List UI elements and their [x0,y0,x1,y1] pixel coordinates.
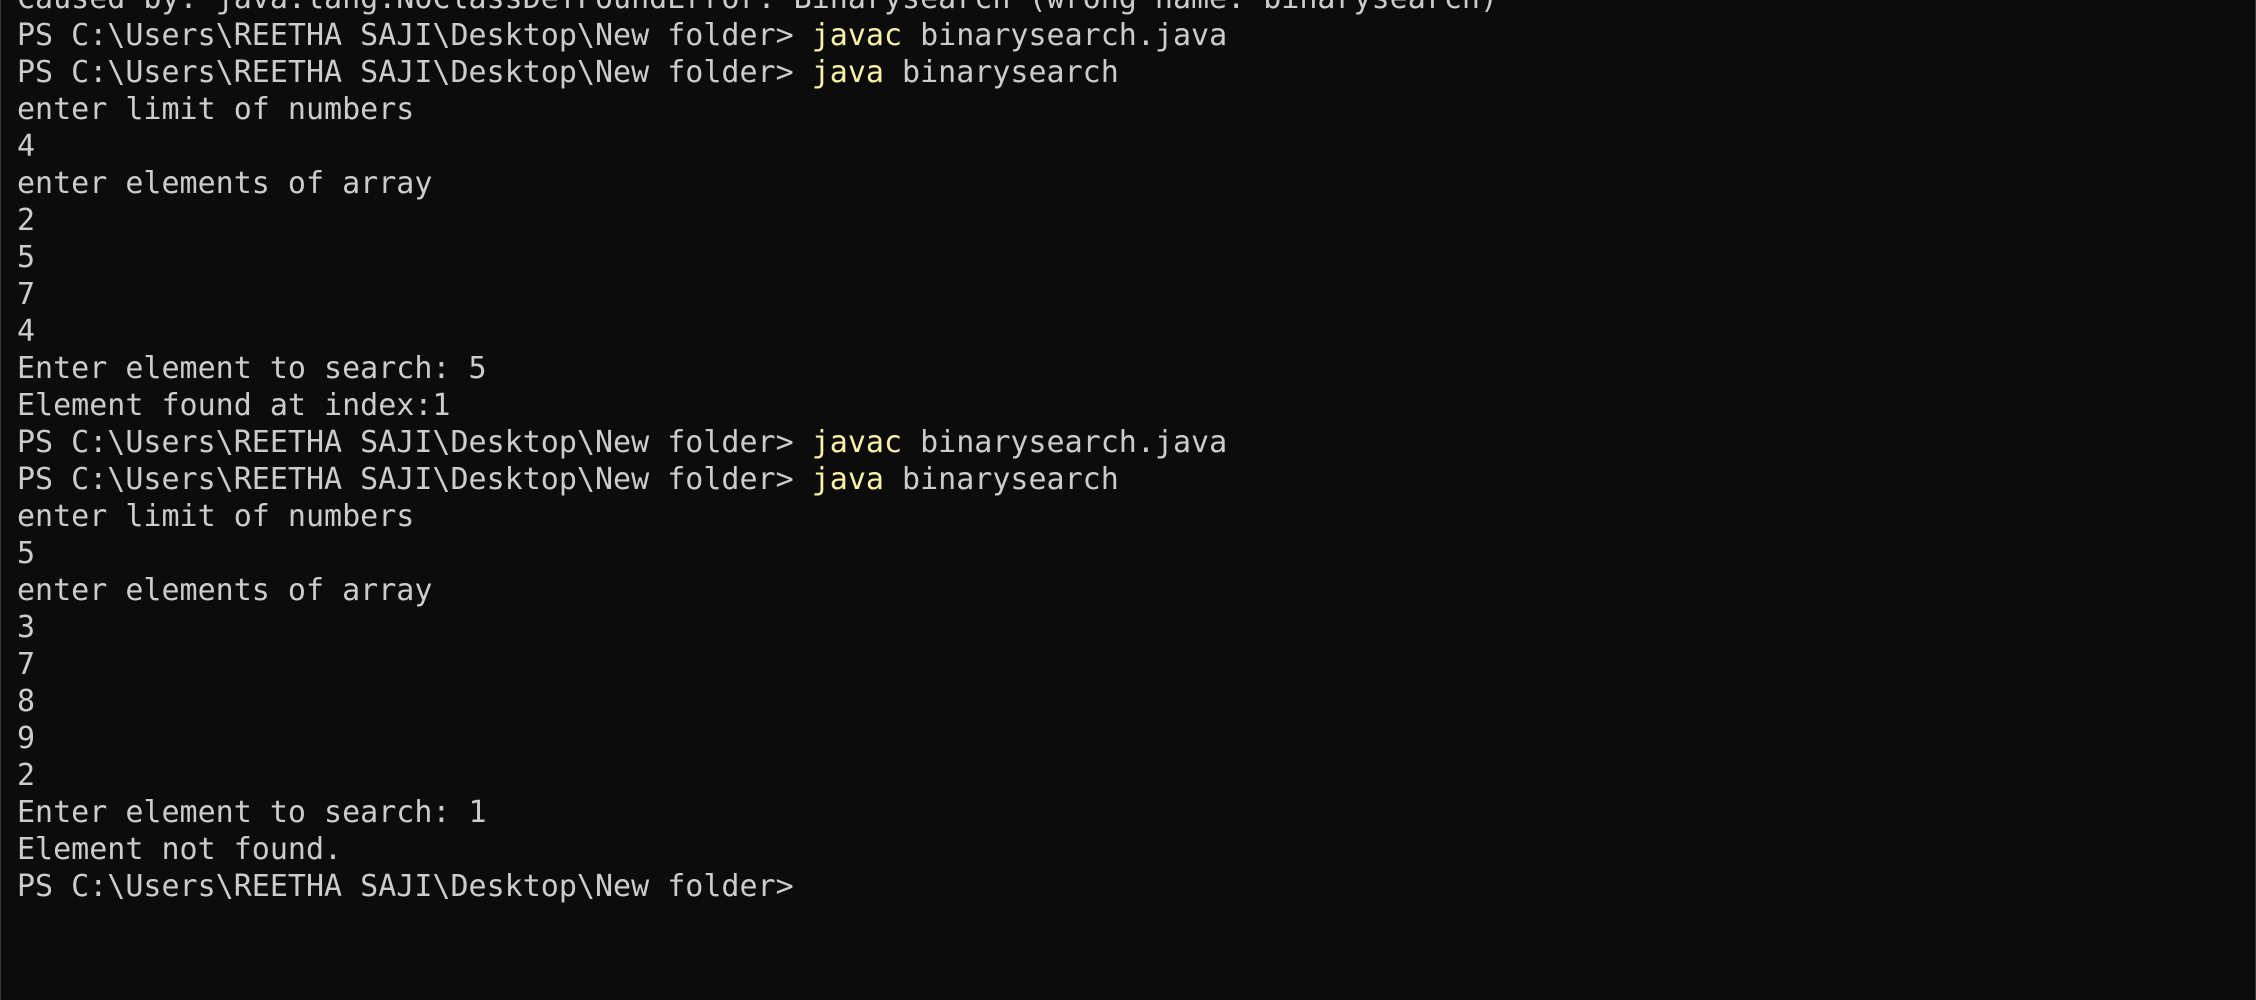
output-line: 2 [17,758,36,793]
output-line: Caused by: java.lang.NoClassDefFoundErro… [17,0,2255,17]
prompt-line: PS C:\Users\REETHA SAJI\Desktop\New fold… [17,868,2255,905]
output-line: 4 [17,314,36,349]
output-line: enter limit of numbers [17,499,415,534]
output-line: Enter element to search: 5 [17,351,487,386]
output-line: Element not found. [17,832,343,867]
output-line: enter limit of numbers [17,92,415,127]
command-name: javac [811,425,903,460]
output-line: Enter element to search: 1 [17,795,487,830]
output-line: 5 [17,240,36,275]
output-line: 2 [17,203,36,238]
output-line: 7 [17,277,36,312]
terminal-output[interactable]: Caused by: java.lang.NoClassDefFoundErro… [17,0,2255,905]
prompt-line: PS C:\Users\REETHA SAJI\Desktop\New fold… [17,461,2255,498]
output-line: 3 [17,610,36,645]
prompt-text: PS C:\Users\REETHA SAJI\Desktop\New fold… [17,462,812,497]
prompt-line: PS C:\Users\REETHA SAJI\Desktop\New fold… [17,54,2255,91]
command-name: java [811,462,884,497]
terminal-window[interactable]: Caused by: java.lang.NoClassDefFoundErro… [0,0,2256,1000]
output-line: 7 [17,647,36,682]
prompt-line: PS C:\Users\REETHA SAJI\Desktop\New fold… [17,424,2255,461]
output-line: enter elements of array [17,573,433,608]
output-line: enter elements of array [17,166,433,201]
prompt-line: PS C:\Users\REETHA SAJI\Desktop\New fold… [17,17,2255,54]
output-line: Element found at index:1 [17,388,451,423]
output-line: 8 [17,684,36,719]
command-args: binarysearch [883,55,1119,90]
command-args: binarysearch.java [902,18,1228,53]
command-args: binarysearch [883,462,1119,497]
output-line: 5 [17,536,36,571]
command-args: binarysearch.java [902,425,1228,460]
prompt-text: PS C:\Users\REETHA SAJI\Desktop\New fold… [17,55,812,90]
command-name: java [811,55,884,90]
prompt-text: PS C:\Users\REETHA SAJI\Desktop\New fold… [17,425,812,460]
output-line: 4 [17,129,36,164]
command-name: javac [811,18,903,53]
output-line: 9 [17,721,36,756]
prompt-text: PS C:\Users\REETHA SAJI\Desktop\New fold… [17,869,812,904]
prompt-text: PS C:\Users\REETHA SAJI\Desktop\New fold… [17,18,812,53]
